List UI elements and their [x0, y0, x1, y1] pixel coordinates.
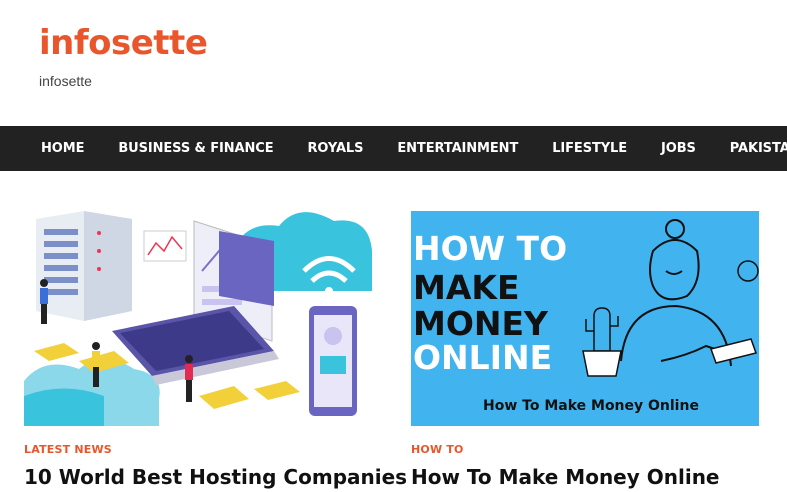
money-online-illustration-icon: HOW TO MAKE MONEY ONLINE How To Make Mon… — [411, 211, 759, 426]
post-card: LATEST NEWS 10 World Best Hosting Compan… — [24, 211, 407, 490]
post-card: HOW TO MAKE MONEY ONLINE How To Make Mon… — [411, 211, 759, 490]
hosting-illustration-icon — [24, 211, 372, 426]
thumb-text-line-4: ONLINE — [413, 338, 552, 377]
thumb-text-line-1: HOW TO — [413, 229, 567, 268]
site-header: infosette infosette — [0, 0, 787, 126]
nav-item-entertainment[interactable]: ENTERTAINMENT — [380, 126, 535, 171]
nav-item-jobs[interactable]: JOBS — [644, 126, 713, 171]
site-title[interactable]: infosette — [39, 22, 208, 64]
nav-menu: HOME BUSINESS & FINANCE ROYALS ENTERTAIN… — [24, 126, 787, 171]
thumb-caption: How To Make Money Online — [483, 398, 699, 414]
nav-item-royals[interactable]: ROYALS — [290, 126, 380, 171]
post-thumbnail-hosting[interactable] — [24, 211, 372, 426]
main-navigation: HOME BUSINESS & FINANCE ROYALS ENTERTAIN… — [0, 126, 787, 171]
site-tagline: infosette — [39, 73, 92, 89]
nav-item-pakistan[interactable]: PAKISTAN — [713, 126, 787, 171]
nav-item-lifestyle[interactable]: LIFESTYLE — [535, 126, 644, 171]
post-title-link[interactable]: 10 World Best Hosting Companies — [24, 464, 407, 490]
nav-item-home[interactable]: HOME — [24, 126, 101, 171]
post-category-link[interactable]: LATEST NEWS — [24, 443, 372, 456]
post-category-link[interactable]: HOW TO — [411, 443, 759, 456]
thumb-text-line-2: MAKE — [413, 268, 520, 307]
post-title-link[interactable]: How To Make Money Online — [411, 464, 759, 490]
post-thumbnail-money-online[interactable]: HOW TO MAKE MONEY ONLINE How To Make Mon… — [411, 211, 759, 426]
nav-item-business-finance[interactable]: BUSINESS & FINANCE — [101, 126, 290, 171]
